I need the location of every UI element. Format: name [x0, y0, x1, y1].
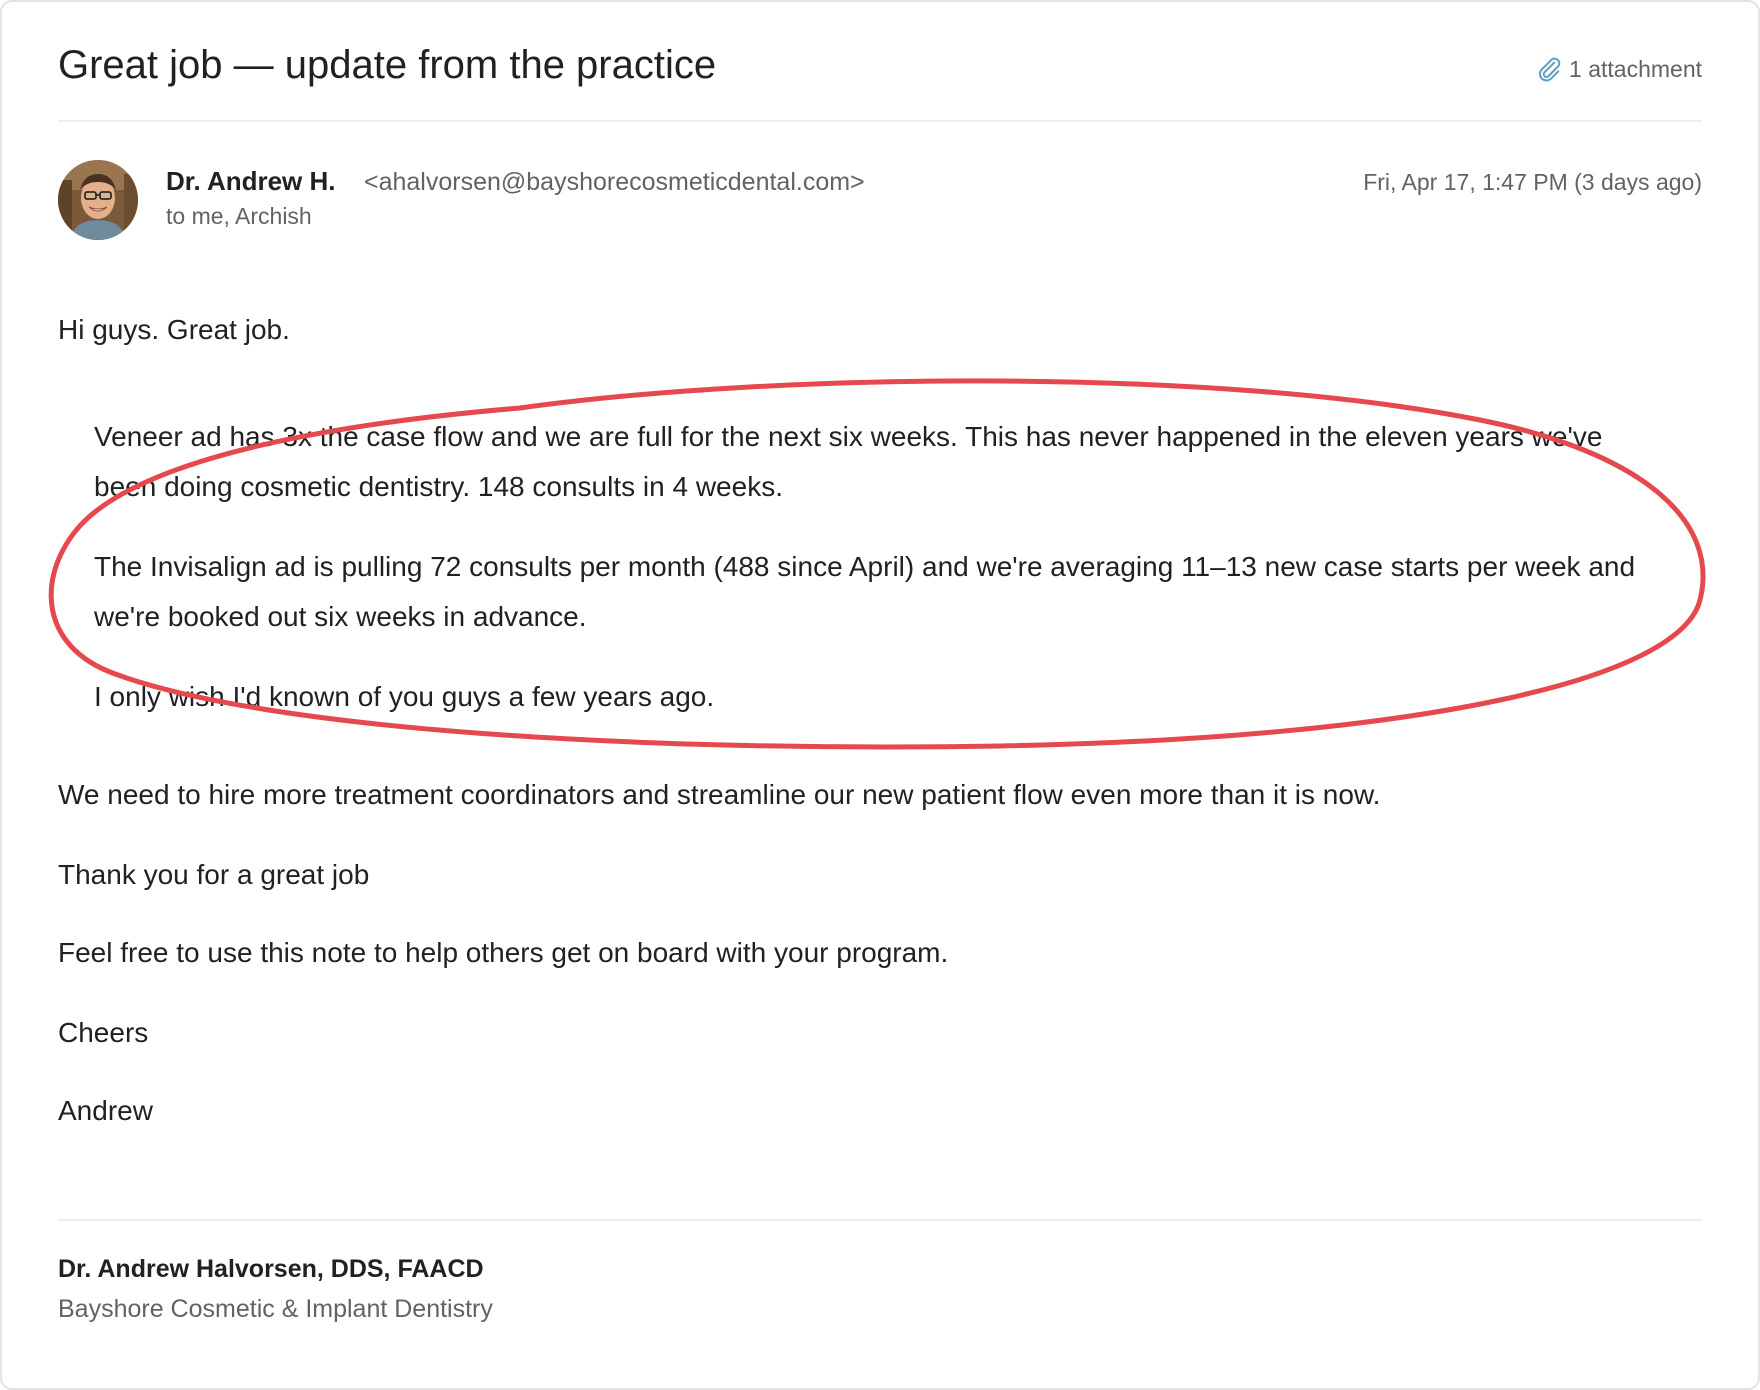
paragraph-hiring: We need to hire more treatment coordinat…: [58, 779, 1381, 810]
signature-name: Dr. Andrew Halvorsen, DDS, FAACD: [58, 1255, 484, 1283]
sender-name[interactable]: Dr. Andrew H.: [166, 163, 336, 199]
recipients-line[interactable]: to me, Archish: [166, 200, 312, 232]
closing: Cheers: [58, 1017, 149, 1048]
attachment-label: 1 attachment: [1569, 56, 1702, 82]
signoff: Andrew: [58, 1095, 153, 1126]
email-date: Fri, Apr 17, 1:47 PM (3 days ago): [1363, 169, 1702, 195]
sender-row: Dr. Andrew H. <ahalvorsen@bayshorecosmet…: [58, 160, 1702, 244]
email-subject: Great job — update from the practice: [58, 43, 717, 87]
quote-invisalign: The Invisalign ad is pulling 72 consults…: [94, 551, 1636, 632]
attachment-indicator[interactable]: 1 attachment: [1535, 54, 1702, 84]
email-card: Great job — update from the practice 1 a…: [0, 0, 1760, 1390]
paragraph-share: Feel free to use this note to help other…: [58, 937, 949, 968]
avatar[interactable]: [58, 160, 138, 240]
avatar-image: [58, 160, 138, 240]
signature-company: Bayshore Cosmetic & Implant Dentistry: [58, 1295, 493, 1323]
quote-wish: I only wish I'd known of you guys a few …: [94, 681, 715, 712]
greeting: Hi guys. Great job.: [58, 314, 290, 345]
signature-divider: [58, 1219, 1702, 1221]
paragraph-thanks: Thank you for a great job: [58, 859, 370, 890]
paperclip-icon: [1539, 57, 1561, 82]
sender-email[interactable]: <ahalvorsen@bayshorecosmeticdental.com>: [364, 164, 865, 200]
email-header: Great job — update from the practice 1 a…: [58, 40, 1702, 122]
quote-veneer: Veneer ad has 3x the case flow and we ar…: [94, 421, 1603, 502]
